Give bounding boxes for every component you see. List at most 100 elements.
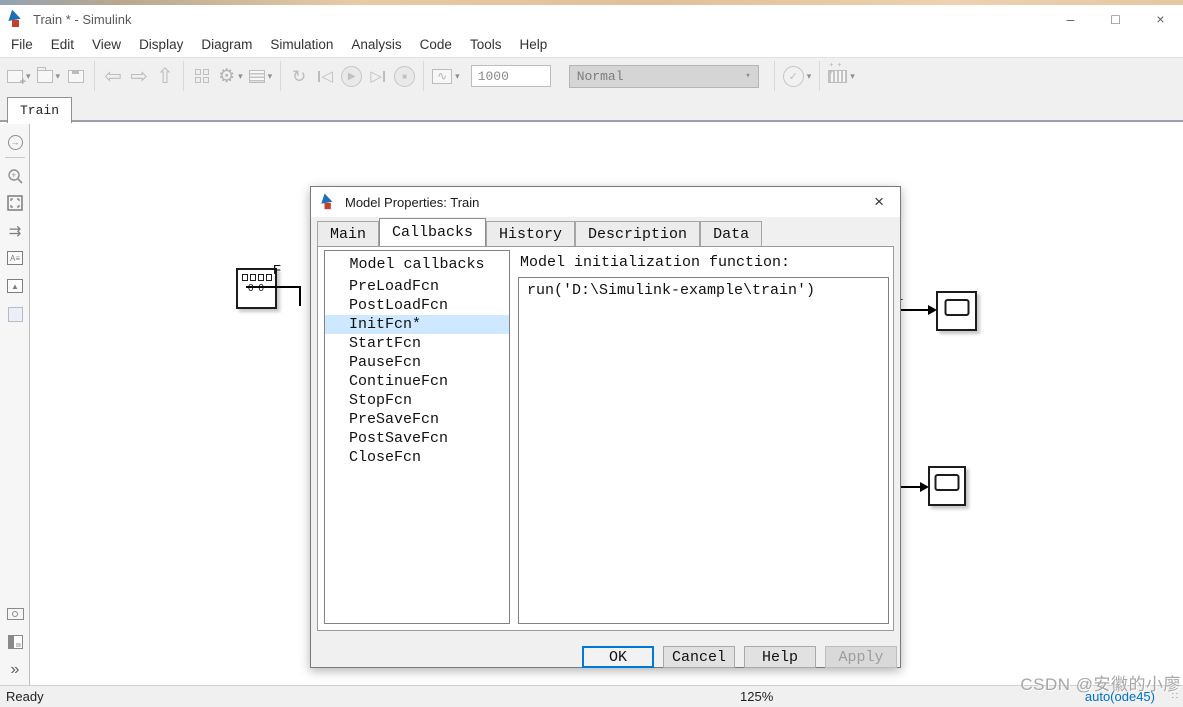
minimize-button[interactable]: – [1048, 5, 1093, 33]
list-item-closefcn[interactable]: CloseFcn [325, 448, 509, 467]
new-model-icon [7, 69, 26, 88]
screenshot-button[interactable] [0, 604, 30, 624]
model-advisor-button[interactable]: ✓ ▾ [780, 61, 815, 91]
list-item-startfcn[interactable]: StartFcn [325, 334, 509, 353]
status-bar: Ready 125% auto(ode45) ∷ [0, 685, 1183, 707]
hide-browser-icon: → [7, 134, 23, 150]
camera-icon [6, 608, 24, 620]
back-button[interactable]: ⇦ [100, 61, 126, 91]
cancel-button[interactable]: Cancel [663, 646, 735, 668]
list-item-stopfcn[interactable]: StopFcn [325, 391, 509, 410]
apply-button: Apply [825, 646, 897, 668]
display-block[interactable]: 0 0 [236, 268, 277, 309]
tab-callbacks[interactable]: Callbacks [379, 218, 487, 246]
model-callbacks-list[interactable]: Model callbacks PreLoadFcn PostLoadFcn I… [324, 250, 510, 624]
scope-block-1[interactable] [936, 291, 977, 331]
menu-diagram[interactable]: Diagram [192, 33, 261, 57]
chevron-down-icon[interactable]: ▾ [56, 71, 61, 82]
image-icon: ▲ [7, 279, 23, 293]
dialog-title-bar[interactable]: Model Properties: Train × [311, 187, 900, 217]
menu-analysis[interactable]: Analysis [342, 33, 410, 57]
simulation-display-button[interactable]: ∿ ▾ [429, 61, 463, 91]
expand-palette-button[interactable]: » [0, 660, 30, 680]
annotation-icon: A≡ [7, 251, 23, 265]
display-block-leds [238, 274, 275, 281]
zoom-tool-button[interactable]: + [0, 166, 30, 186]
tab-history[interactable]: History [486, 221, 576, 246]
annotation-button[interactable]: A≡ [0, 248, 30, 268]
chevron-down-icon[interactable]: ▾ [238, 71, 243, 82]
status-zoom-level: 125% [740, 689, 774, 704]
sidebar-divider [5, 157, 25, 158]
list-item-pausefcn[interactable]: PauseFcn [325, 353, 509, 372]
stop-button[interactable]: ■ [391, 61, 418, 91]
model-settings-button[interactable]: ⚙ ▾ [215, 61, 246, 91]
chevron-down-icon[interactable]: ▾ [850, 71, 855, 82]
model-browser-button[interactable] [0, 632, 30, 652]
forward-button[interactable]: ⇨ [126, 61, 152, 91]
dialog-tab-strip: Main Callbacks History Description Data [311, 218, 900, 246]
list-item-presavefcn[interactable]: PreSaveFcn [325, 410, 509, 429]
up-arrow-icon: ⇧ [156, 64, 174, 88]
menu-display[interactable]: Display [130, 33, 192, 57]
dialog-close-button[interactable]: × [868, 192, 890, 212]
simulink-logo-icon [8, 9, 25, 27]
maximize-button[interactable]: □ [1093, 5, 1138, 33]
signal-wire[interactable] [299, 286, 301, 306]
step-back-button[interactable]: ◁ [312, 61, 338, 91]
save-button[interactable] [63, 61, 89, 91]
menu-simulation[interactable]: Simulation [261, 33, 342, 57]
menu-edit[interactable]: Edit [42, 33, 83, 57]
signal-wire[interactable] [901, 309, 931, 311]
dialog-button-row: OK Cancel Help Apply [582, 646, 897, 668]
signal-wire[interactable] [246, 286, 301, 288]
signal-routing-button[interactable]: ⇉ [0, 221, 30, 241]
step-forward-button[interactable]: ▷ [365, 61, 391, 91]
help-button[interactable]: Help [744, 646, 816, 668]
csdn-watermark: CSDN @安徽的小廖 [1020, 675, 1181, 694]
simulation-mode-select[interactable]: Normal ▾ [568, 64, 759, 88]
menu-tools[interactable]: Tools [461, 33, 511, 57]
list-item-preloadfcn[interactable]: PreLoadFcn [325, 277, 509, 296]
menu-code[interactable]: Code [411, 33, 461, 57]
toolbar-separator [819, 61, 821, 91]
update-diagram-button[interactable]: ↻ [286, 61, 312, 91]
tab-train[interactable]: Train [7, 97, 73, 123]
chevron-down-icon[interactable]: ▾ [268, 71, 273, 82]
open-model-button[interactable]: ▾ [34, 61, 64, 91]
menu-file[interactable]: File [2, 33, 42, 57]
chevron-down-icon[interactable]: ▾ [455, 71, 460, 82]
stop-icon: ■ [394, 65, 416, 87]
up-to-parent-button[interactable]: ⇧ [152, 61, 178, 91]
window-title: Train * - Simulink [33, 11, 132, 27]
new-model-button[interactable]: ▾ [4, 61, 34, 91]
chevron-down-icon[interactable]: ▾ [26, 71, 31, 82]
area-box-button[interactable] [0, 304, 30, 324]
fit-to-view-button[interactable] [0, 193, 30, 213]
library-browser-button[interactable] [189, 61, 215, 91]
tab-data[interactable]: Data [700, 221, 763, 246]
run-button[interactable]: ▶ [338, 61, 365, 91]
tab-description[interactable]: Description [575, 221, 701, 246]
chevron-down-icon[interactable]: ▾ [807, 71, 812, 82]
menu-help[interactable]: Help [510, 33, 556, 57]
hide-browser-button[interactable]: → [0, 132, 30, 152]
simulink-window: Train * - Simulink – □ × File Edit View … [0, 0, 1183, 707]
menu-view[interactable]: View [83, 33, 130, 57]
ok-button[interactable]: OK [582, 646, 654, 668]
list-item-postloadfcn[interactable]: PostLoadFcn [325, 296, 509, 315]
model-tab-bar: Train [0, 94, 1183, 123]
build-button[interactable]: ▾ [825, 61, 858, 91]
image-button[interactable]: ▲ [0, 276, 30, 296]
list-item-initfcn-selected[interactable]: InitFcn* [325, 315, 509, 334]
list-item-postsavefcn[interactable]: PostSaveFcn [325, 429, 509, 448]
stop-time-input[interactable] [470, 65, 551, 87]
list-item-continuefcn[interactable]: ContinueFcn [325, 372, 509, 391]
simulation-mode-value: Normal [576, 68, 624, 84]
model-config-button[interactable]: ▾ [246, 61, 276, 91]
scope-block-2[interactable] [928, 466, 966, 506]
init-function-editor[interactable]: run('D:\Simulink-example\train') [518, 277, 889, 624]
close-button[interactable]: × [1138, 5, 1183, 33]
callbacks-tab-panel: Model callbacks PreLoadFcn PostLoadFcn I… [317, 246, 894, 631]
tab-main[interactable]: Main [317, 221, 380, 246]
